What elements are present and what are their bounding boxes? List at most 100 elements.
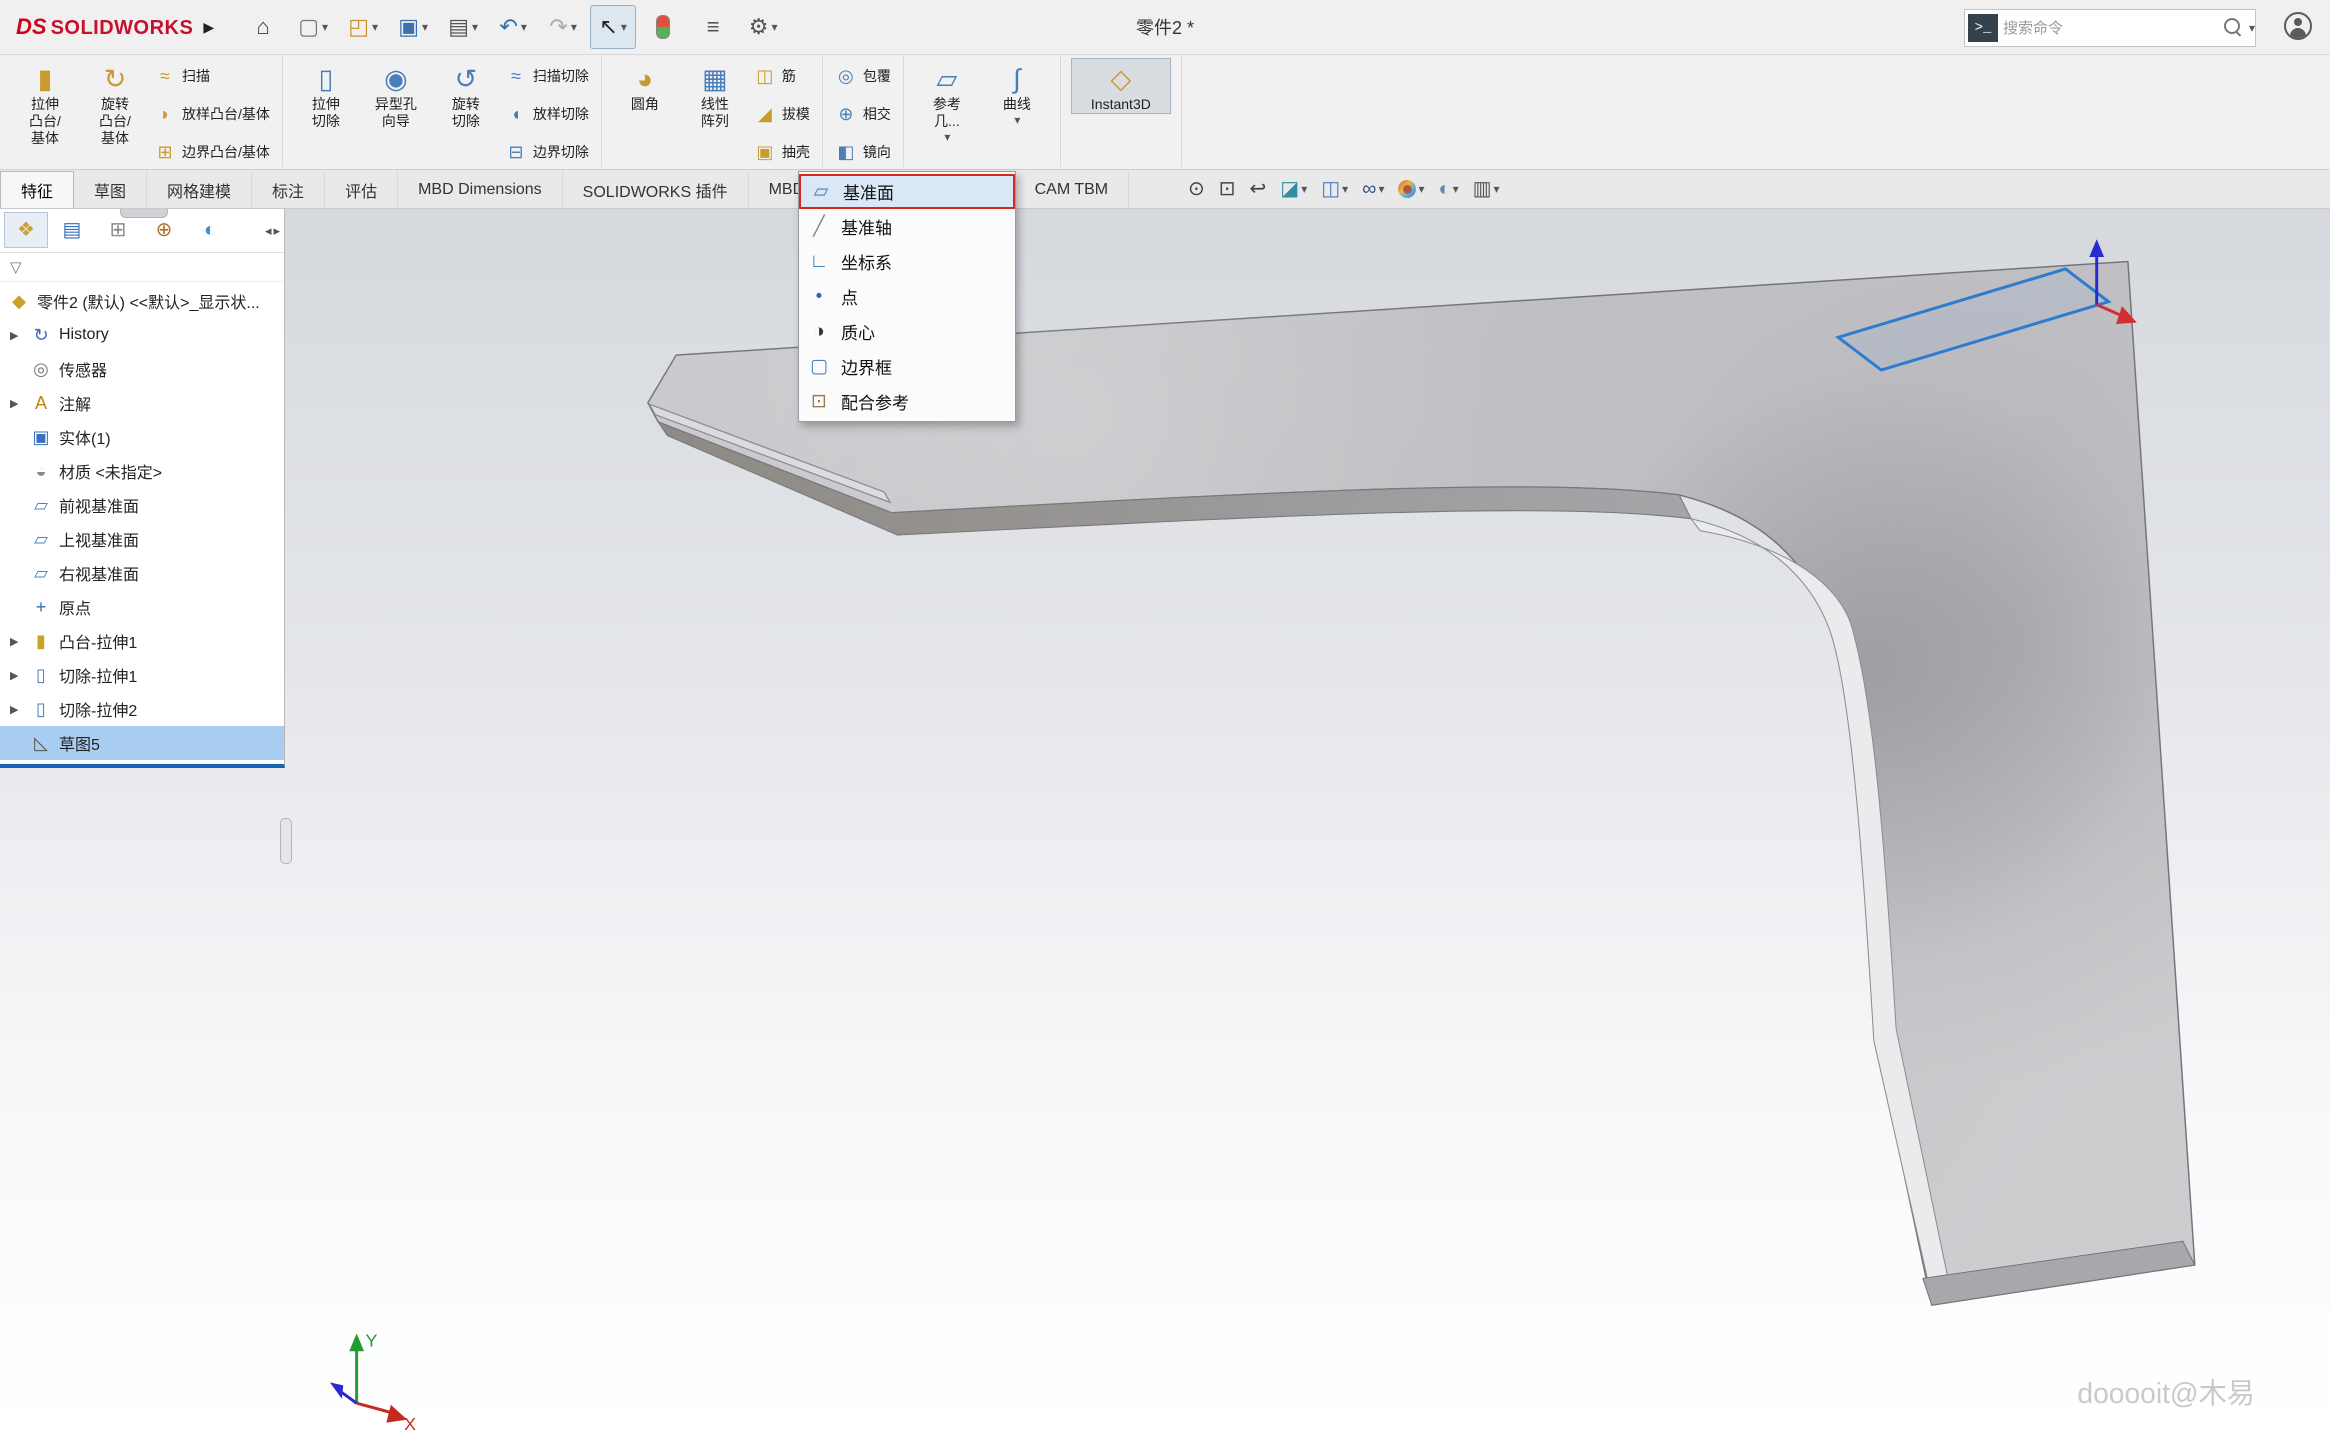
tree-item[interactable]: ▶▯切除-拉伸1	[0, 658, 284, 692]
caret-down-icon[interactable]: ▾	[1014, 113, 1020, 127]
menu-item-reference-plane[interactable]: ▱基准面	[799, 174, 1015, 209]
caret-down-icon[interactable]: ▾	[1453, 182, 1459, 196]
zoom-area-button[interactable]: ⊡	[1216, 177, 1239, 201]
expand-arrow-icon[interactable]: ▶	[10, 329, 18, 342]
display-style-button[interactable]: ◫▾	[1318, 177, 1351, 201]
tree-item[interactable]: ◆零件2 (默认) <<默认>_显示状...	[0, 284, 284, 318]
menu-item-coordinate-system[interactable]: ∟坐标系	[799, 244, 1015, 279]
graphics-viewport[interactable]: Y X dooooit@木易	[0, 208, 2330, 1430]
hole-wizard-button[interactable]: ◉异型孔向导	[363, 58, 429, 131]
tab-特征[interactable]: 特征	[0, 171, 74, 208]
section-view-button[interactable]: ◪▾	[1277, 177, 1310, 201]
save-button[interactable]: ▣▾	[390, 5, 436, 49]
redo-button[interactable]: ↷▾	[540, 5, 586, 49]
caret-down-icon[interactable]: ▾	[771, 20, 777, 34]
search-caret-icon[interactable]: ▾	[2249, 21, 2255, 35]
rebuild-button[interactable]	[640, 5, 686, 49]
caret-down-icon[interactable]: ▾	[1342, 182, 1348, 196]
tree-item[interactable]: ◺草图5	[0, 726, 284, 760]
tree-filter-bar[interactable]: ▽	[0, 253, 284, 282]
tree-item[interactable]: ▱前视基准面	[0, 488, 284, 522]
caret-down-icon[interactable]: ▾	[422, 20, 428, 34]
intersect-button[interactable]: ⊕相交	[833, 101, 893, 127]
options-button[interactable]: ⚙▾	[740, 5, 786, 49]
extrude-cut-button[interactable]: ▯拉伸切除	[293, 58, 359, 131]
menu-item-point[interactable]: •点	[799, 279, 1015, 314]
tab-CAM TBM[interactable]: CAM TBM	[1015, 171, 1129, 208]
open-button[interactable]: ◰▾	[340, 5, 386, 49]
apply-scene-button[interactable]: ◐▾	[1436, 177, 1462, 201]
caret-down-icon[interactable]: ▾	[521, 20, 527, 34]
expand-arrow-icon[interactable]: ▶	[10, 669, 18, 682]
linear-pattern-button[interactable]: ▦线性阵列	[682, 58, 748, 131]
panel-splitter-handle[interactable]	[280, 818, 292, 864]
menu-item-bounding-box[interactable]: ▢边界框	[799, 349, 1015, 384]
tree-item[interactable]: ▶▯切除-拉伸2	[0, 692, 284, 726]
hide-show-items-button[interactable]: ∞▾	[1359, 177, 1387, 201]
caret-down-icon[interactable]: ▾	[944, 130, 950, 144]
displaymanager-tab[interactable]: ◐	[188, 212, 232, 248]
expand-arrow-icon[interactable]: ▶	[10, 397, 18, 410]
sweep-cut-button[interactable]: ≈扫描切除	[503, 63, 591, 89]
tab-草图[interactable]: 草图	[74, 171, 147, 208]
fillet-button[interactable]: ◕圆角	[612, 58, 678, 114]
tab-标注[interactable]: 标注	[252, 171, 325, 208]
panel-collapse-handle[interactable]	[120, 208, 168, 218]
boundary-boss-button[interactable]: ⊞边界凸台/基体	[152, 139, 272, 165]
caret-down-icon[interactable]: ▾	[571, 20, 577, 34]
select-button[interactable]: ↖▾	[590, 5, 636, 49]
loft-cut-button[interactable]: ◖放样切除	[503, 101, 591, 127]
expand-arrow-icon[interactable]: ▶	[10, 703, 18, 716]
loft-boss-button[interactable]: ◗放样凸台/基体	[152, 101, 272, 127]
menu-item-mate-reference[interactable]: ⊡配合参考	[799, 384, 1015, 419]
caret-down-icon[interactable]: ▾	[621, 20, 627, 34]
sweep-button[interactable]: ≈扫描	[152, 63, 272, 89]
tree-item[interactable]: ▱右视基准面	[0, 556, 284, 590]
zoom-fit-button[interactable]: ⊙	[1185, 177, 1208, 201]
tree-item[interactable]: ◒材质 <未指定>	[0, 454, 284, 488]
tree-item[interactable]: ▶A注解	[0, 386, 284, 420]
tree-item[interactable]: ◎传感器	[0, 352, 284, 386]
tab-SOLIDWORKS 插件[interactable]: SOLIDWORKS 插件	[563, 171, 749, 208]
search-commands-icon[interactable]: >_	[1968, 14, 1998, 42]
propertymanager-tab[interactable]: ▤	[50, 212, 94, 248]
revolve-cut-button[interactable]: ↺旋转切除	[433, 58, 499, 131]
caret-down-icon[interactable]: ▾	[1494, 182, 1500, 196]
mirror-button[interactable]: ◧镜向	[833, 139, 893, 165]
view-settings-button[interactable]: ▥▾	[1470, 177, 1503, 201]
edit-appearance-button[interactable]: ●▾	[1395, 178, 1427, 200]
tab-网格建模[interactable]: 网格建模	[147, 171, 252, 208]
caret-down-icon[interactable]: ▾	[1418, 182, 1424, 196]
tab-评估[interactable]: 评估	[325, 171, 398, 208]
file-properties-button[interactable]: ≡	[690, 5, 736, 49]
new-document-button[interactable]: ▢▾	[290, 5, 336, 49]
featuremanager-tab[interactable]: ❖	[4, 212, 48, 248]
caret-down-icon[interactable]: ▾	[372, 20, 378, 34]
caret-down-icon[interactable]: ▾	[1301, 182, 1307, 196]
previous-view-button[interactable]: ↩	[1247, 177, 1270, 201]
tree-item[interactable]: ▣实体(1)	[0, 420, 284, 454]
print-button[interactable]: ▤▾	[440, 5, 486, 49]
user-account-icon[interactable]	[2284, 12, 2312, 40]
menu-flyout-arrow-icon[interactable]: ▶	[203, 19, 214, 36]
boundary-cut-button[interactable]: ⊟边界切除	[503, 139, 591, 165]
shell-button[interactable]: ▣抽壳	[752, 139, 812, 165]
search-input[interactable]	[2001, 19, 2222, 38]
curves-button[interactable]: ∫曲线▾	[984, 58, 1050, 128]
draft-button[interactable]: ◢拔模	[752, 101, 812, 127]
tree-item[interactable]: +原点	[0, 590, 284, 624]
tab-MBD Dimensions[interactable]: MBD Dimensions	[398, 171, 563, 208]
tree-item[interactable]: ▶↻History	[0, 318, 284, 352]
caret-down-icon[interactable]: ▾	[472, 20, 478, 34]
menu-item-center-of-mass[interactable]: ◑质心	[799, 314, 1015, 349]
extrude-boss-button[interactable]: ▮拉伸凸台/基体	[12, 58, 78, 148]
wrap-button[interactable]: ◎包覆	[833, 63, 893, 89]
tree-item[interactable]: ▱上视基准面	[0, 522, 284, 556]
viewport-3d-scene[interactable]: Y X dooooit@木易	[0, 208, 2330, 1430]
undo-button[interactable]: ↶▾	[490, 5, 536, 49]
tree-item[interactable]: ▶▮凸台-拉伸1	[0, 624, 284, 658]
caret-down-icon[interactable]: ▾	[322, 20, 328, 34]
revolve-boss-button[interactable]: ↻旋转凸台/基体	[82, 58, 148, 148]
rib-button[interactable]: ◫筋	[752, 63, 812, 89]
search-icon[interactable]	[2224, 18, 2240, 34]
